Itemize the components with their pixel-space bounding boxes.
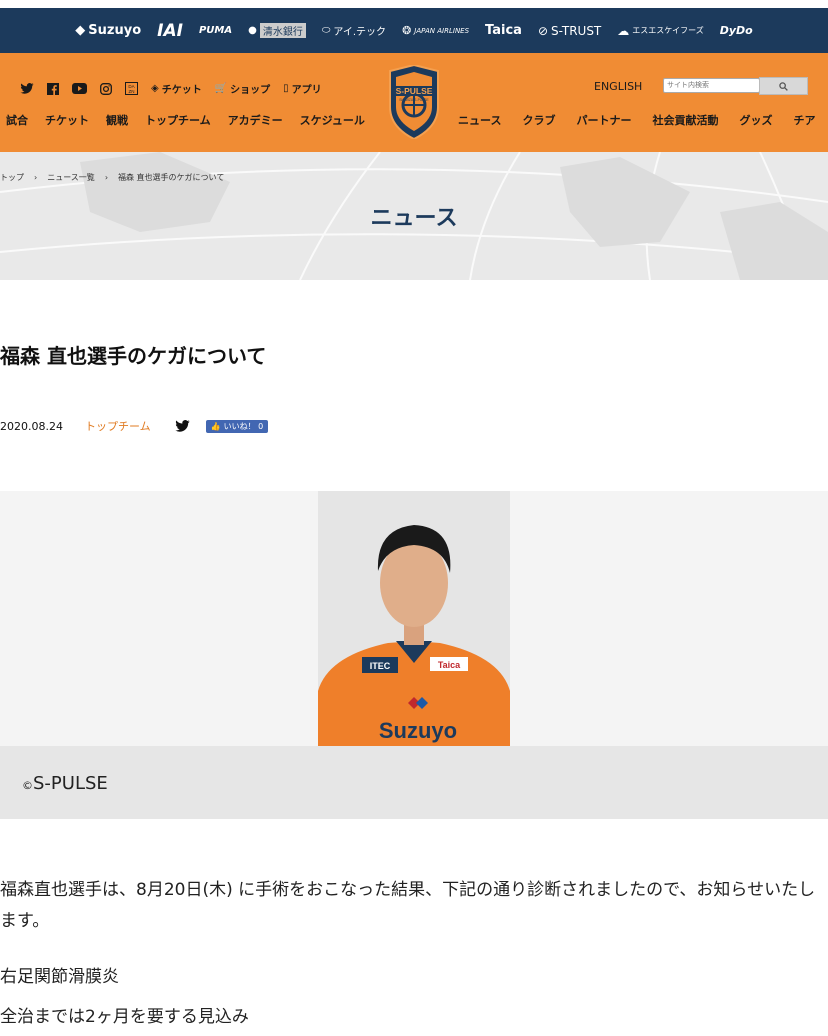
nav-item-news[interactable]: ニュース: [458, 112, 501, 128]
search-icon: [779, 81, 788, 91]
photo-caption: ©S-PULSE: [0, 746, 828, 819]
twitter-icon: [174, 420, 190, 432]
sponsor-logo-jal[interactable]: ❂ JAPAN AIRLINES: [402, 24, 469, 37]
svg-text:S-PULSE: S-PULSE: [396, 86, 433, 96]
sponsor-logo-dydo[interactable]: DyDo: [720, 24, 753, 37]
jal-crane-icon: ❂: [402, 24, 412, 37]
youtube-icon[interactable]: [72, 83, 87, 94]
sponsor-logo-iai[interactable]: IAI: [157, 21, 183, 41]
nav-item-goods[interactable]: グッズ: [739, 112, 772, 128]
site-header: DA ZN ◈ チケット 🛒 ショップ ▯ アプリ S-PULSE SHIMIZU S-…: [0, 53, 828, 152]
article-meta: 2020.08.24 トップチーム 👍 いいね！ 0: [0, 418, 269, 434]
sponsor-logo-shimizu-bank[interactable]: ● 清水銀行: [248, 23, 306, 38]
facebook-like-button[interactable]: 👍 いいね！ 0: [205, 419, 269, 433]
breadcrumb: トップ › ニュース一覧 › 福森 直也選手のケガについて: [0, 172, 224, 183]
diagnosis-text: 右足関節滑膜炎: [0, 967, 119, 987]
svg-text:Suzuyo: Suzuyo: [379, 718, 457, 743]
svg-text:ZN: ZN: [129, 89, 135, 94]
suzuyo-mark-icon: ◆: [75, 23, 86, 38]
breadcrumb-current: 福森 直也選手のケガについて: [118, 173, 225, 182]
player-photo: ITEC Taica Suzuyo: [318, 491, 510, 746]
main-nav-right: ニュース クラブ パートナー 社会貢献活動 グッズ チア: [458, 112, 815, 128]
sponsor-logo-taica[interactable]: Taica: [485, 23, 522, 38]
article-body-paragraph: 福森直也選手は、8月20日(木) に手術をおこなった結果、下記の通り診断されまし…: [0, 880, 816, 931]
sponsor-logo-itec[interactable]: ⬭ アイ.テック: [322, 23, 386, 38]
ticket-link[interactable]: ◈ チケット: [151, 81, 202, 96]
sponsor-bar: ◆ Suzuyo IAI PUMA ● 清水銀行 ⬭ アイ.テック ❂ JAPAN AI…: [0, 8, 828, 53]
sponsor-logo-suzuyo[interactable]: ◆ Suzuyo: [75, 23, 141, 38]
main-nav-left: 試合 チケット 観戦 トップチーム アカデミー スケジュール: [6, 112, 365, 128]
nav-item-matches[interactable]: 試合: [6, 112, 28, 128]
smartphone-icon: ▯: [283, 83, 289, 94]
itec-mark-icon: ⬭: [321, 25, 331, 36]
site-search-input[interactable]: [663, 78, 760, 93]
cart-icon: 🛒: [214, 83, 228, 94]
ticket-icon: ◈: [151, 83, 159, 94]
facebook-icon[interactable]: [47, 82, 59, 95]
article-date: 2020.08.24: [0, 419, 63, 433]
bank-mark-icon: ●: [248, 25, 257, 36]
copyright-mark: ©: [22, 779, 33, 792]
twitter-icon[interactable]: [20, 83, 34, 94]
nav-item-tickets[interactable]: チケット: [45, 112, 89, 128]
svg-text:Taica: Taica: [438, 660, 461, 670]
club-emblem-logo[interactable]: S-PULSE SHIMIZU S-PULSE: [386, 65, 442, 139]
article-title: 福森 直也選手のケガについて: [0, 344, 267, 368]
social-links: DA ZN ◈ チケット 🛒 ショップ ▯ アプリ: [20, 81, 322, 96]
nav-item-partners[interactable]: パートナー: [576, 112, 631, 128]
shop-link[interactable]: 🛒 ショップ: [215, 81, 270, 96]
chevron-right-icon: ›: [104, 173, 109, 182]
page-hero: トップ › ニュース一覧 › 福森 直也選手のケガについて ニュース: [0, 152, 828, 280]
caption-text: S-PULSE: [33, 773, 108, 794]
nav-item-club[interactable]: クラブ: [522, 112, 555, 128]
dazn-icon[interactable]: DA ZN: [125, 82, 138, 95]
sponsor-logo-puma[interactable]: PUMA: [199, 25, 232, 36]
nav-item-academy[interactable]: アカデミー: [228, 112, 283, 128]
ssk-mark-icon: ☁: [617, 23, 630, 38]
breadcrumb-news-list[interactable]: ニュース一覧: [47, 172, 95, 183]
article-category-link[interactable]: トップチーム: [85, 418, 151, 434]
chevron-right-icon: ›: [34, 173, 38, 182]
s-trust-mark-icon: ⊘: [537, 23, 549, 38]
breadcrumb-home[interactable]: トップ: [0, 172, 24, 183]
instagram-icon[interactable]: [100, 82, 112, 95]
english-link[interactable]: ENGLISH: [594, 80, 642, 93]
nav-item-cheer[interactable]: チア: [793, 112, 815, 128]
page-title: ニュース: [370, 206, 458, 231]
nav-item-community[interactable]: 社会貢献活動: [652, 112, 718, 128]
svg-text:SHIMIZU S-PULSE: SHIMIZU S-PULSE: [399, 98, 429, 102]
tweet-button[interactable]: [174, 420, 190, 432]
recovery-text: 全治までは2ヶ月を要する見込み: [0, 1007, 249, 1027]
nav-item-schedule[interactable]: スケジュール: [300, 112, 365, 128]
photo-area: ITEC Taica Suzuyo: [0, 491, 828, 746]
thumbs-up-icon: 👍: [210, 421, 221, 431]
sponsor-logo-ssk[interactable]: ☁ エスエスケイフーズ: [617, 24, 703, 38]
svg-text:ITEC: ITEC: [370, 661, 391, 671]
app-link[interactable]: ▯ アプリ: [283, 81, 322, 96]
nav-item-top-team[interactable]: トップチーム: [145, 112, 211, 128]
nav-item-watching[interactable]: 観戦: [106, 112, 128, 128]
search-button[interactable]: [759, 77, 808, 95]
sponsor-logo-s-trust[interactable]: ⊘ S-TRUST: [538, 24, 601, 38]
